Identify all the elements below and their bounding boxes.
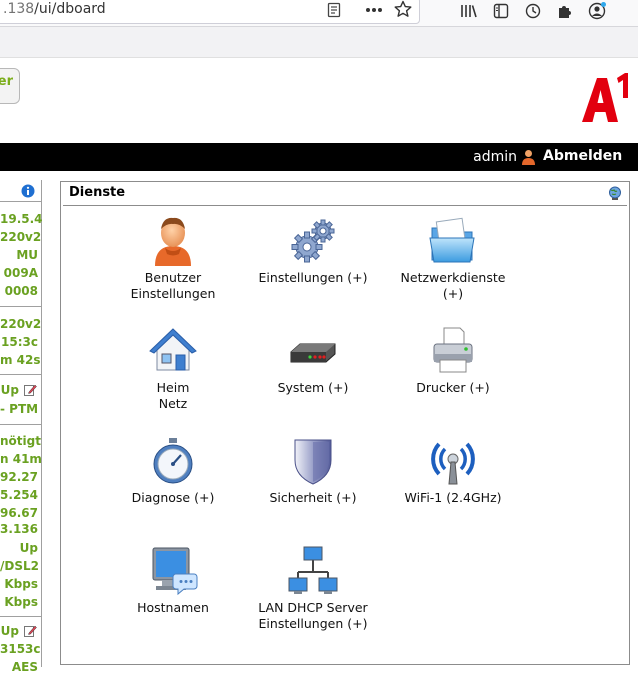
url-bar[interactable]: .138/ui/dboard (0, 0, 420, 24)
more-actions-icon[interactable] (363, 0, 385, 21)
tile-label: Einstellungen (+) (258, 270, 368, 285)
user-icon (155, 217, 191, 266)
header-button-label: er (0, 74, 13, 89)
tile-diagnose[interactable]: Diagnose (+) (103, 436, 243, 506)
bookmark-star-icon[interactable] (392, 0, 414, 20)
status-value: Kbps (4, 577, 38, 591)
tile-label: Drucker (+) (416, 380, 490, 395)
status-value: MU (16, 248, 38, 262)
status-value: m 42s (0, 353, 41, 367)
status-value: 009A (3, 266, 38, 280)
tile-label: Diagnose (+) (131, 490, 215, 505)
status-divider (0, 374, 41, 375)
globe-icon[interactable] (608, 186, 622, 200)
status-value: 3153c (0, 642, 41, 656)
user-bar: admin Abmelden (0, 143, 638, 171)
status-value: Up (0, 624, 19, 638)
edit-icon[interactable] (24, 624, 37, 637)
status-value: 220v2 (0, 317, 42, 331)
url-path: /ui/dboard (34, 1, 106, 17)
url-text: .138/ui/dboard (3, 1, 106, 17)
status-divider (0, 424, 41, 425)
tile-benutzer-einstellungen[interactable]: Benutzer Einstellungen (103, 216, 243, 302)
status-divider (0, 306, 41, 307)
header-button[interactable]: er (0, 68, 20, 104)
tile-label: Heim Netz (156, 380, 190, 411)
router-icon (290, 343, 336, 363)
extensions-puzzle-icon[interactable] (553, 0, 575, 22)
status-value: 3.136 (0, 522, 38, 536)
tile-wifi[interactable]: WiFi-1 (2.4GHz) (383, 436, 523, 506)
a1-logo (580, 72, 630, 126)
monitor-icon (152, 547, 198, 596)
tile-label: LAN DHCP Server Einstellungen (+) (258, 600, 368, 631)
browser-content-gap (0, 27, 638, 58)
history-clock-icon[interactable] (522, 0, 544, 22)
services-panel: Dienste Benutzer Einstellungen Einstellu… (60, 181, 630, 665)
status-divider (0, 616, 41, 617)
status-value: n 41m (0, 452, 42, 466)
status-value: Kbps (4, 595, 38, 609)
reader-view-icon[interactable] (323, 0, 345, 21)
panel-title: Dienste (69, 185, 126, 200)
status-value: AES (11, 660, 38, 674)
tile-label: Hostnamen (137, 600, 209, 615)
status-value: 5.254 (0, 488, 38, 502)
username-label: admin (473, 149, 517, 165)
printer-icon (433, 327, 473, 373)
status-value: nötigt (0, 434, 41, 448)
network-icon (288, 546, 338, 594)
tile-sicherheit[interactable]: Sicherheit (+) (243, 436, 383, 506)
tile-hostnamen[interactable]: Hostnamen (103, 546, 243, 616)
stopwatch-icon (153, 438, 193, 484)
house-icon (149, 328, 197, 371)
tile-heim-netz[interactable]: Heim Netz (103, 326, 243, 412)
edit-icon[interactable] (24, 383, 37, 396)
status-value: 0008 (4, 284, 38, 298)
tile-drucker[interactable]: Drucker (+) (383, 326, 523, 396)
tile-label: Netzwerkdienste (+) (400, 270, 506, 301)
page-header (0, 58, 638, 143)
status-value: Up (0, 383, 19, 397)
status-value: /DSL2 (0, 559, 39, 573)
panel-divider (63, 205, 627, 206)
tile-label: Sicherheit (+) (269, 490, 357, 505)
status-value: 92.27 (0, 470, 38, 484)
tile-system[interactable]: System (+) (243, 326, 383, 396)
tile-label: WiFi-1 (2.4GHz) (404, 490, 502, 505)
user-icon (522, 150, 535, 165)
url-host: .138 (3, 1, 35, 17)
tile-einstellungen[interactable]: Einstellungen (+) (243, 216, 383, 286)
folder-icon (429, 217, 475, 263)
status-value: 96.67 (0, 506, 38, 520)
status-value: Up (19, 541, 38, 555)
antenna-icon (431, 442, 475, 485)
status-divider (0, 201, 41, 202)
tile-label: System (+) (277, 380, 349, 395)
browser-toolbar: .138/ui/dboard (0, 0, 638, 27)
tile-label: Benutzer Einstellungen (130, 270, 216, 301)
library-icon[interactable] (458, 0, 480, 22)
tile-netzwerkdienste[interactable]: Netzwerkdienste (+) (383, 216, 523, 302)
status-value: 19.5.4 (0, 212, 43, 226)
sidebar-icon[interactable] (490, 0, 512, 22)
tile-lan-dhcp-server[interactable]: LAN DHCP Server Einstellungen (+) (243, 546, 383, 632)
status-value: - PTM (0, 402, 39, 416)
account-icon[interactable] (586, 0, 608, 22)
shield-icon (294, 439, 332, 485)
info-icon[interactable] (21, 184, 35, 198)
gears-icon (291, 219, 335, 263)
logout-link[interactable]: Abmelden (543, 148, 622, 164)
status-value: 220v2 (0, 230, 42, 244)
status-value: 15:3c (1, 335, 38, 349)
